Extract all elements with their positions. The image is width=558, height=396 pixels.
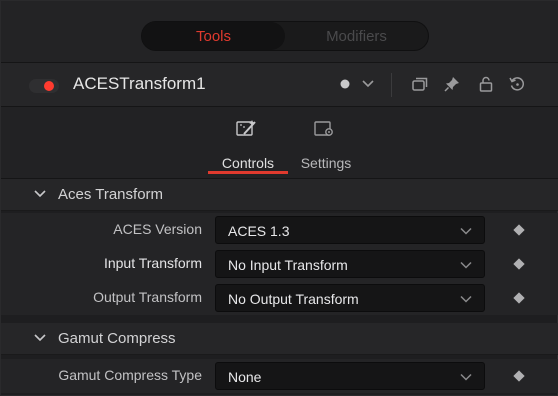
gamut-compress-type-dropdown[interactable]: None — [215, 362, 485, 390]
keyframe-diamond-icon[interactable] — [513, 370, 525, 382]
active-tab-indicator — [208, 171, 288, 174]
tab-tools[interactable]: Tools — [142, 22, 285, 50]
dropdown-value: No Output Transform — [228, 291, 359, 307]
color-dot-icon[interactable] — [334, 73, 356, 95]
tab-controls-label: Controls — [221, 155, 275, 171]
pin-icon[interactable] — [441, 73, 463, 95]
param-label: Gamut Compress Type — [58, 367, 202, 383]
tab-modifiers[interactable]: Modifiers — [285, 22, 428, 50]
versions-icon[interactable] — [409, 73, 431, 95]
tab-switch: Tools Modifiers — [141, 21, 429, 51]
keyframe-diamond-icon[interactable] — [513, 292, 525, 304]
param-label: Output Transform — [93, 289, 202, 305]
inspector-panel: Tools Modifiers ACESTransform1 Controls … — [0, 0, 558, 396]
section-gamut-compress[interactable]: Gamut Compress — [1, 323, 558, 355]
section-title: Gamut Compress — [58, 330, 176, 347]
output-transform-dropdown[interactable]: No Output Transform — [215, 284, 485, 312]
param-label: ACES Version — [113, 221, 202, 237]
chevron-down-icon — [34, 334, 46, 342]
section-title: Aces Transform — [58, 186, 164, 203]
tab-controls[interactable]: Controls — [208, 115, 288, 175]
header-divider — [391, 73, 392, 97]
chevron-down-icon — [34, 190, 46, 198]
settings-icon — [314, 121, 333, 136]
chevron-down-icon — [460, 261, 472, 269]
chevron-down-icon — [460, 227, 472, 235]
section-aces-transform[interactable]: Aces Transform — [1, 179, 558, 211]
param-row-output-transform: Output Transform No Output Transform — [1, 281, 558, 315]
chevron-down-icon — [460, 373, 472, 381]
param-row-aces-version: ACES Version ACES 1.3 — [1, 213, 558, 247]
node-header: ACESTransform1 — [1, 63, 558, 107]
inspector-tabbar: Tools Modifiers — [1, 1, 558, 63]
dropdown-value: None — [228, 369, 262, 385]
controls-icon — [236, 120, 256, 136]
dropdown-value: No Input Transform — [228, 257, 348, 273]
param-label: Input Transform — [103, 255, 202, 271]
reset-icon[interactable] — [506, 73, 528, 95]
dropdown-value: ACES 1.3 — [228, 223, 290, 239]
input-transform-dropdown[interactable]: No Input Transform — [215, 250, 485, 278]
keyframe-diamond-icon[interactable] — [513, 224, 525, 236]
tab-settings-label: Settings — [300, 155, 352, 171]
keyframe-diamond-icon[interactable] — [513, 258, 525, 270]
tab-settings[interactable]: Settings — [286, 115, 366, 175]
lock-icon[interactable] — [475, 73, 497, 95]
chevron-down-icon — [460, 295, 472, 303]
enabled-indicator-icon — [44, 81, 54, 91]
aces-version-dropdown[interactable]: ACES 1.3 — [215, 216, 485, 244]
node-enable-toggle[interactable] — [29, 79, 59, 93]
param-row-gamut-compress-type: Gamut Compress Type None — [1, 359, 558, 393]
chevron-down-icon[interactable] — [357, 73, 379, 95]
node-title: ACESTransform1 — [73, 74, 206, 93]
param-row-input-transform: Input Transform No Input Transform — [1, 247, 558, 281]
inspector-subtabs: Controls Settings — [1, 107, 558, 179]
